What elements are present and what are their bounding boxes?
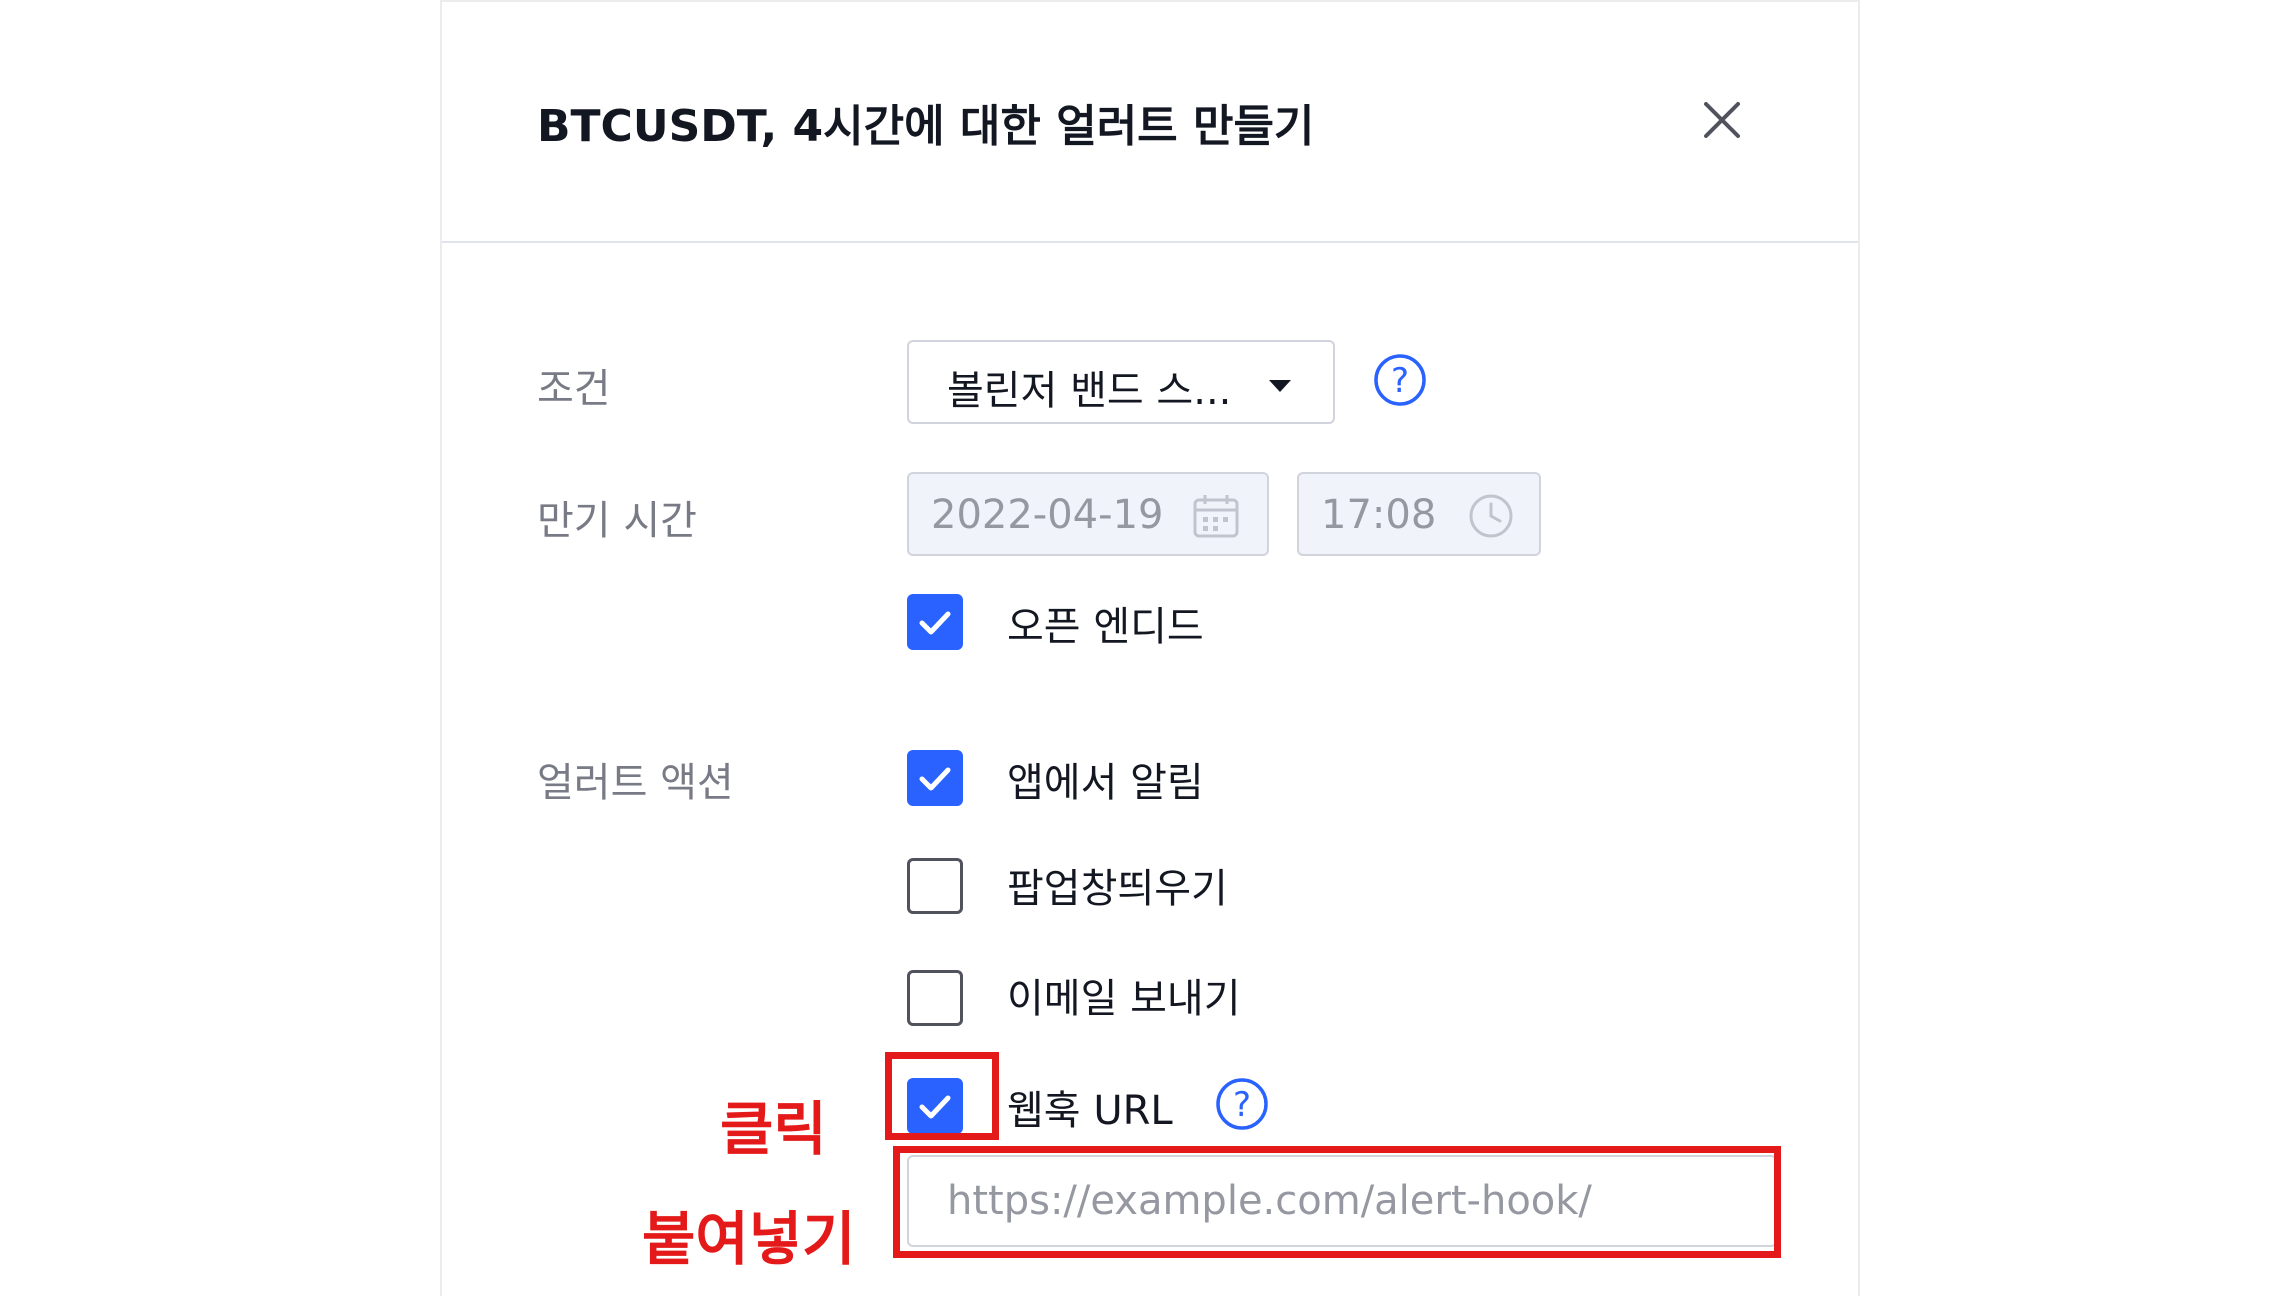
expiration-time-value: 17:08	[1321, 492, 1437, 538]
open-ended-label[interactable]: 오픈 엔디드	[1007, 594, 1204, 652]
create-alert-dialog: BTCUSDT, 4시간에 대한 얼러트 만들기 조건 볼린저 밴드 스... …	[440, 0, 1860, 1296]
alert-actions-label: 얼러트 액션	[537, 760, 734, 806]
dialog-title: BTCUSDT, 4시간에 대한 얼러트 만들기	[537, 101, 1315, 152]
paste-annotation: 붙여넣기	[642, 1205, 856, 1273]
condition-select[interactable]: 볼린저 밴드 스...	[907, 340, 1335, 424]
show-popup-label[interactable]: 팝업창띄우기	[1007, 856, 1228, 914]
check-icon	[919, 767, 951, 791]
svg-text:?: ?	[1391, 361, 1409, 401]
show-popup-checkbox[interactable]	[907, 858, 963, 914]
expiration-date-value: 2022-04-19	[931, 492, 1164, 538]
calendar-icon	[1193, 495, 1239, 538]
expiration-time-field[interactable]: 17:08	[1297, 472, 1541, 556]
clock-icon	[1469, 494, 1513, 538]
question-circle-icon: ?	[1374, 354, 1426, 406]
header-divider	[442, 241, 1858, 243]
expiration-label: 만기 시간	[537, 498, 697, 544]
close-button[interactable]	[1692, 90, 1752, 150]
condition-selected-value: 볼린저 밴드 스...	[947, 368, 1232, 414]
notify-in-app-checkbox[interactable]	[907, 750, 963, 806]
question-circle-icon: ?	[1216, 1078, 1268, 1130]
click-annotation: 클릭	[720, 1095, 827, 1163]
send-email-label[interactable]: 이메일 보내기	[1007, 966, 1241, 1024]
expiration-date-field[interactable]: 2022-04-19	[907, 472, 1269, 556]
open-ended-checkbox[interactable]	[907, 594, 963, 650]
close-icon	[1704, 102, 1740, 138]
click-highlight-box	[885, 1052, 999, 1140]
check-icon	[919, 611, 951, 635]
top-border	[442, 0, 1858, 2]
send-email-checkbox[interactable]	[907, 970, 963, 1026]
condition-label: 조건	[537, 366, 611, 412]
chevron-down-icon	[1269, 380, 1291, 392]
condition-help-button[interactable]: ?	[1372, 352, 1428, 412]
paste-highlight-box	[893, 1146, 1781, 1258]
webhook-help-button[interactable]: ?	[1214, 1076, 1270, 1136]
notify-in-app-label[interactable]: 앱에서 알림	[1007, 750, 1204, 808]
webhook-url-label[interactable]: 웹훅 URL	[1007, 1078, 1173, 1136]
svg-text:?: ?	[1233, 1085, 1251, 1125]
